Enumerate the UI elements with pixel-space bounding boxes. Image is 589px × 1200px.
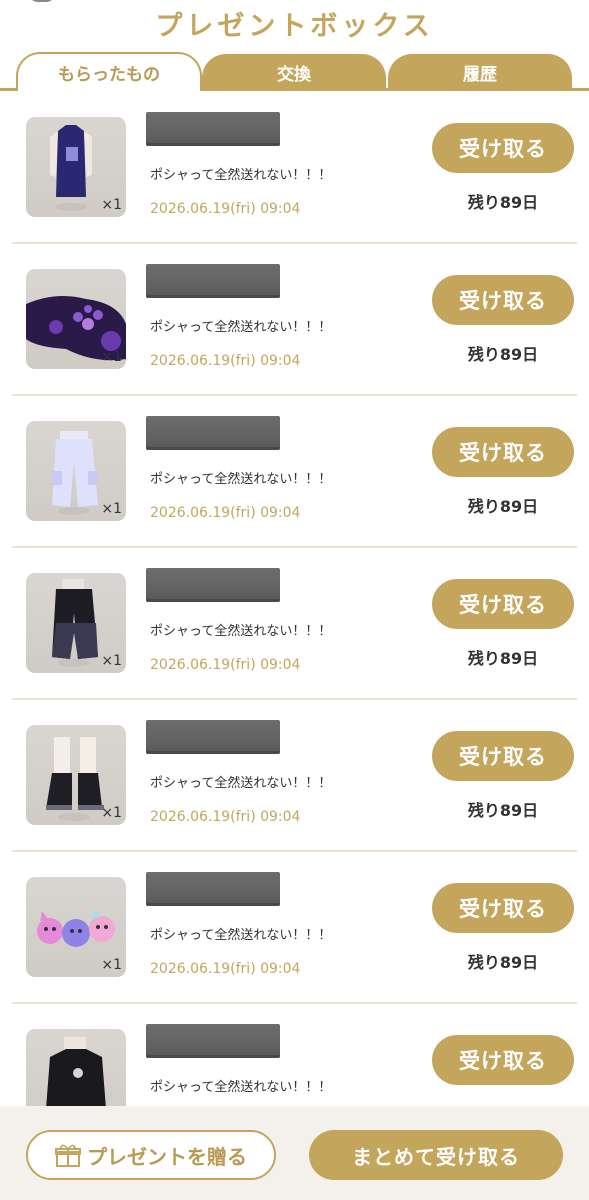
item-quantity: ×1 bbox=[101, 653, 122, 669]
item-message: ポシャって全然送れない！！！ bbox=[150, 928, 332, 943]
item-name-redacted bbox=[146, 264, 280, 298]
item-thumbnail: ×1 bbox=[26, 573, 126, 673]
item-date: 2026.06.19(fri) 09:04 bbox=[150, 353, 301, 369]
item-name-redacted bbox=[146, 112, 280, 146]
item-date: 2026.06.19(fri) 09:04 bbox=[150, 201, 301, 217]
receive-button[interactable]: 受け取る bbox=[432, 731, 574, 781]
item-thumbnail: ×1 bbox=[26, 877, 126, 977]
item-name-redacted bbox=[146, 568, 280, 602]
item-message: ポシャって全然送れない！！！ bbox=[150, 320, 332, 335]
item-thumbnail: ×1 bbox=[26, 725, 126, 825]
item-quantity: ×1 bbox=[101, 349, 122, 365]
item-quantity: ×1 bbox=[101, 957, 122, 973]
footer-bar: プレゼントを贈る まとめて受け取る bbox=[0, 1106, 589, 1200]
item-quantity: ×1 bbox=[101, 197, 122, 213]
tab-received[interactable]: もらったもの bbox=[16, 52, 202, 91]
item-message: ポシャって全然送れない！！！ bbox=[150, 1080, 332, 1095]
remaining-days: 残り89日 bbox=[467, 193, 539, 212]
receive-button[interactable]: 受け取る bbox=[432, 123, 574, 173]
receive-button[interactable]: 受け取る bbox=[432, 1035, 574, 1085]
item-message: ポシャって全然送れない！！！ bbox=[150, 776, 332, 791]
item-date: 2026.06.19(fri) 09:04 bbox=[150, 961, 301, 977]
list-item: ×1 ポシャって全然送れない！！！ 2026.06.19(fri) 09:04 … bbox=[12, 700, 577, 852]
remaining-days: 残り89日 bbox=[467, 345, 539, 364]
page-title: プレゼントボックス bbox=[155, 11, 434, 42]
list-item: ×1 ポシャって全然送れない！！！ 2026.06.19(fri) 09:04 … bbox=[12, 92, 577, 244]
item-date: 2026.06.19(fri) 09:04 bbox=[150, 505, 301, 521]
item-name-redacted bbox=[146, 720, 280, 754]
remaining-days: 残り89日 bbox=[467, 953, 539, 972]
list-item: ×1 ポシャって全然送れない！！！ 2026.06.19(fri) 09:04 … bbox=[12, 244, 577, 396]
header-decoration bbox=[28, 0, 56, 2]
receive-button[interactable]: 受け取る bbox=[432, 883, 574, 933]
item-thumbnail: ×1 bbox=[26, 117, 126, 217]
receive-button[interactable]: 受け取る bbox=[432, 275, 574, 325]
list-item: ×1 ポシャって全然送れない！！！ 2026.06.19(fri) 09:04 … bbox=[12, 548, 577, 700]
remaining-days: 残り89日 bbox=[467, 497, 539, 516]
tab-history[interactable]: 履歴 bbox=[388, 54, 572, 91]
remaining-days: 残り89日 bbox=[467, 649, 539, 668]
item-name-redacted bbox=[146, 872, 280, 906]
item-quantity: ×1 bbox=[101, 805, 122, 821]
send-gift-label: プレゼントを贈る bbox=[87, 1144, 247, 1169]
item-message: ポシャって全然送れない！！！ bbox=[150, 168, 332, 183]
tab-bar: もらったもの 交換 履歴 bbox=[0, 52, 589, 92]
item-name-redacted bbox=[146, 416, 280, 450]
list-item: ×1 ポシャって全然送れない！！！ 2026.06.19(fri) 09:04 … bbox=[12, 852, 577, 1004]
header: プレゼントボックス もらったもの 交換 履歴 bbox=[0, 0, 589, 92]
item-date: 2026.06.19(fri) 09:04 bbox=[150, 809, 301, 825]
item-date: 2026.06.19(fri) 09:04 bbox=[150, 657, 301, 673]
remaining-days: 残り89日 bbox=[467, 801, 539, 820]
item-thumbnail: ×1 bbox=[26, 269, 126, 369]
item-quantity: ×1 bbox=[101, 501, 122, 517]
send-gift-button[interactable]: プレゼントを贈る bbox=[26, 1130, 276, 1180]
item-thumbnail: ×1 bbox=[26, 421, 126, 521]
receive-button[interactable]: 受け取る bbox=[432, 579, 574, 629]
list-item: ×1 ポシャって全然送れない！！！ 2026.06.19(fri) 09:04 … bbox=[12, 396, 577, 548]
tab-exchange[interactable]: 交換 bbox=[202, 54, 386, 91]
receive-button[interactable]: 受け取る bbox=[432, 427, 574, 477]
item-message: ポシャって全然送れない！！！ bbox=[150, 624, 332, 639]
present-list: ×1 ポシャって全然送れない！！！ 2026.06.19(fri) 09:04 … bbox=[12, 92, 577, 1156]
item-message: ポシャって全然送れない！！！ bbox=[150, 472, 332, 487]
receive-all-button[interactable]: まとめて受け取る bbox=[309, 1130, 563, 1180]
gift-icon bbox=[55, 1144, 81, 1167]
item-name-redacted bbox=[146, 1024, 280, 1058]
